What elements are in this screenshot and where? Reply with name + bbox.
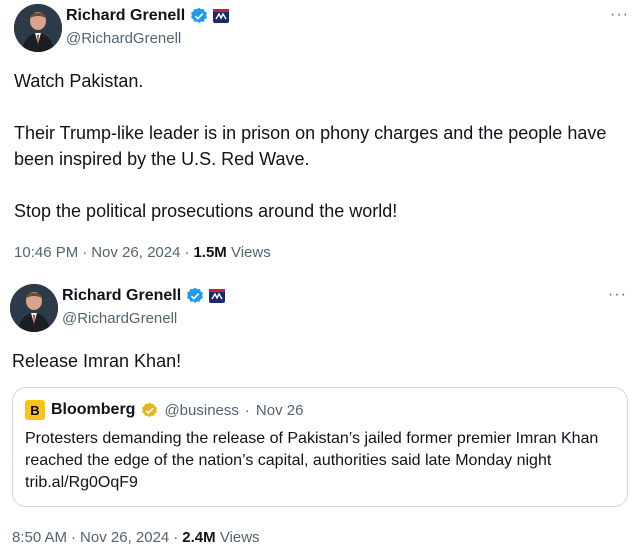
tweet-time[interactable]: 10:46 PM [14, 244, 78, 261]
quote-text: Protesters demanding the release of Paki… [25, 428, 615, 494]
tweet-meta: 10:46 PM · Nov 26, 2024 · 1.5M Views [14, 244, 271, 261]
author-avatar[interactable] [14, 4, 62, 52]
views-label: Views [219, 529, 260, 546]
author-handle[interactable]: @RichardGrenell [62, 310, 177, 327]
quoted-tweet-card[interactable]: B Bloomberg @business · Nov 26 Protester… [12, 387, 628, 507]
gold-verified-badge-icon [141, 402, 158, 419]
quote-link[interactable]: trib.al/Rg0OqF9 [25, 474, 138, 491]
more-options-button[interactable]: ··· [610, 6, 629, 24]
meta-separator: · [184, 244, 190, 261]
more-options-button[interactable]: ··· [608, 286, 627, 304]
tweet-paragraph: Their Trump-like leader is in prison on … [14, 123, 607, 169]
verified-badge-icon [190, 7, 208, 25]
tweet-2[interactable]: Richard Grenell @RichardGrenell ··· Rele… [0, 280, 640, 557]
avatar-image [10, 284, 58, 332]
avatar-image [14, 4, 62, 52]
views-count: 1.5M [193, 244, 227, 261]
tweet-date[interactable]: Nov 26, 2024 [91, 244, 180, 261]
views-label: Views [230, 244, 271, 261]
tweet-meta: 8:50 AM · Nov 26, 2024 · 2.4M Views [12, 529, 260, 546]
author-handle[interactable]: @RichardGrenell [66, 30, 181, 47]
meta-separator: · [71, 529, 77, 546]
quote-author-name[interactable]: Bloomberg [51, 401, 135, 419]
meta-separator: · [173, 529, 179, 546]
quote-author-handle[interactable]: @business [164, 402, 238, 419]
author-name[interactable]: Richard Grenell [66, 7, 185, 25]
tweet-1[interactable]: Richard Grenell @RichardGrenell ··· Watc… [0, 0, 640, 276]
views-count: 2.4M [182, 529, 216, 546]
affiliation-badge-icon [213, 9, 230, 23]
bloomberg-logo-icon: B [25, 400, 45, 420]
affiliation-badge-icon [209, 289, 226, 303]
tweet-text: Release Imran Khan! [12, 351, 182, 371]
tweet-date[interactable]: Nov 26, 2024 [80, 529, 169, 546]
meta-separator: · [82, 244, 88, 261]
tweet-time[interactable]: 8:50 AM [12, 529, 67, 546]
verified-badge-icon [186, 287, 204, 305]
tweet-paragraph: Watch Pakistan. [14, 71, 144, 91]
quote-separator: · [244, 401, 250, 419]
author-avatar[interactable] [10, 284, 58, 332]
quote-date[interactable]: Nov 26 [256, 402, 304, 419]
tweet-paragraph: Stop the political prosecutions around t… [14, 201, 398, 221]
quote-body: Protesters demanding the release of Paki… [25, 430, 599, 469]
author-name[interactable]: Richard Grenell [62, 287, 181, 305]
